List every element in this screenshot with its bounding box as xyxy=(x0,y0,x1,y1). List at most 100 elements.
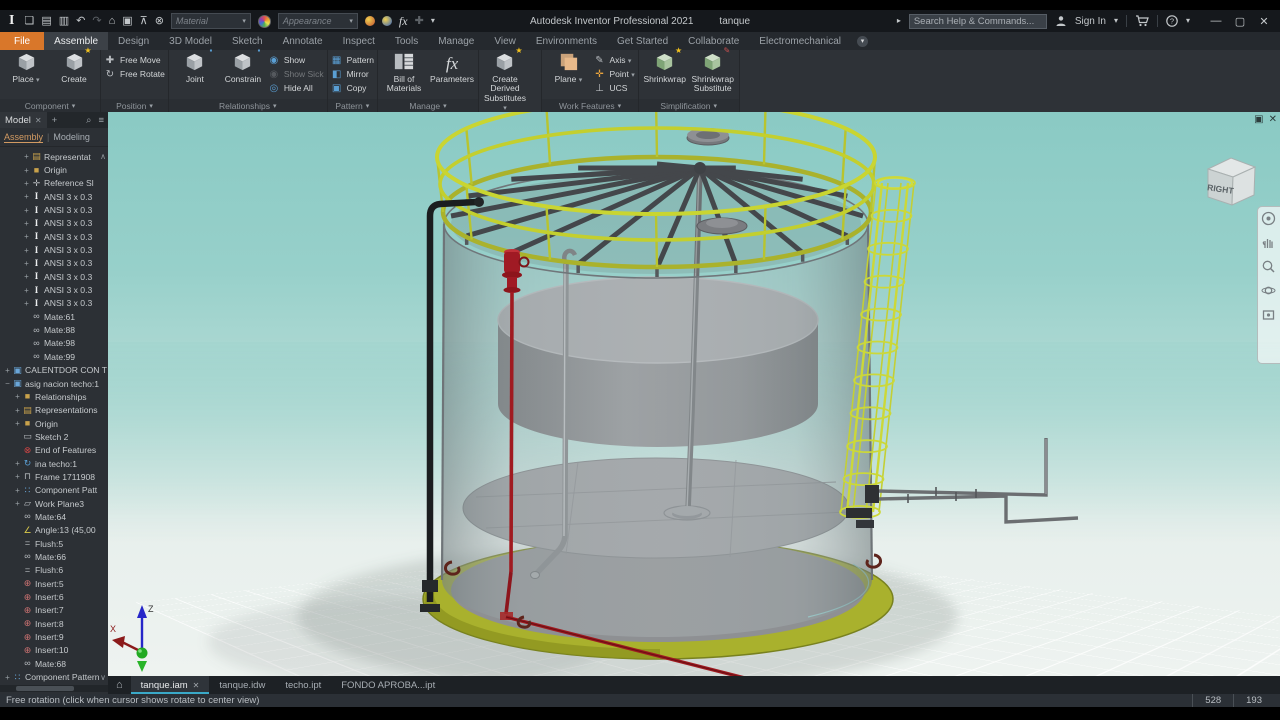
free-rotate-button[interactable]: ↻ Free Rotate xyxy=(104,68,165,81)
tree-item[interactable]: + ✛ Reference Sl xyxy=(0,177,108,190)
tree-expander[interactable]: + xyxy=(22,299,31,308)
ribbon-tab-3d-model[interactable]: 3D Model xyxy=(159,32,222,50)
close-button[interactable]: ✕ xyxy=(1256,15,1272,28)
tree-item[interactable]: + ■ Relationships xyxy=(0,390,108,403)
doc-tab-fondo-aproba-ipt[interactable]: FONDO APROBA...ipt xyxy=(331,676,445,694)
ribbon-tab-file[interactable]: File xyxy=(0,32,45,50)
close-icon[interactable]: ✕ xyxy=(35,116,42,125)
restore-button[interactable]: ▢ xyxy=(1232,15,1248,28)
orbit-icon[interactable] xyxy=(1261,283,1276,298)
graphics-viewport[interactable]: Z X RIGHT ▣ ✕ xyxy=(108,112,1280,676)
redo-icon[interactable]: ↷ xyxy=(92,15,101,27)
tree-item[interactable]: + ▱ Work Plane3 xyxy=(0,497,108,510)
appearance-dropdown[interactable]: Appearance ▾ xyxy=(277,13,358,29)
tree-item[interactable]: + I ANSI 3 x 0.3 xyxy=(0,230,108,243)
shrinkwrap-substitute-button[interactable]: ✎ Shrinkwrap Substitute xyxy=(690,46,736,94)
tree-item[interactable]: ⊗ End of Features xyxy=(0,444,108,457)
tree-item[interactable]: = Flush:6 xyxy=(0,564,108,577)
material-clear-icon[interactable]: ⊗ xyxy=(155,15,164,27)
pan-hand-icon[interactable] xyxy=(1261,235,1276,250)
add-icon[interactable]: ✚ xyxy=(415,15,424,27)
panel-label[interactable]: Relationships ▾ xyxy=(168,99,327,112)
tree-expander[interactable]: + xyxy=(22,272,31,281)
show-button[interactable]: ◉ Show xyxy=(268,54,324,67)
add-browser-tab-icon[interactable]: + xyxy=(47,115,63,126)
tree-item[interactable]: + ⊓ Frame 1711908 xyxy=(0,470,108,483)
tree-item[interactable]: + I ANSI 3 x 0.3 xyxy=(0,257,108,270)
adjust-material-icon[interactable] xyxy=(364,16,375,26)
joint-button[interactable]: ▪ Joint xyxy=(172,46,218,84)
tree-item[interactable]: + I ANSI 3 x 0.3 xyxy=(0,270,108,283)
tree-expander[interactable]: + xyxy=(13,472,22,481)
tree-item[interactable]: ⊕ Insert:8 xyxy=(0,617,108,630)
viewport-close-icon[interactable]: ✕ xyxy=(1269,114,1277,125)
open-file-icon[interactable]: ▤ xyxy=(41,15,51,27)
viewport-dock-icon[interactable]: ▣ xyxy=(1254,114,1263,125)
tree-expander[interactable]: + xyxy=(13,486,22,495)
ribbon-tab-manage[interactable]: Manage xyxy=(428,32,484,50)
home-icon[interactable]: ⌂ xyxy=(109,15,116,27)
tree-expander[interactable]: + xyxy=(22,152,31,161)
tree-item[interactable]: + I ANSI 3 x 0.3 xyxy=(0,217,108,230)
panel-label[interactable]: Component ▾ xyxy=(0,99,100,112)
scrollbar-thumb[interactable] xyxy=(16,686,74,691)
tree-item[interactable]: ⊕ Insert:6 xyxy=(0,590,108,603)
tree-item[interactable]: ∞ Mate:99 xyxy=(0,350,108,363)
ribbon-tab-inspect[interactable]: Inspect xyxy=(333,32,385,50)
help-icon[interactable] xyxy=(1166,15,1178,27)
store-cart-icon[interactable] xyxy=(1135,15,1149,27)
sign-in-button[interactable]: Sign In xyxy=(1075,16,1106,27)
tree-expander[interactable]: + xyxy=(13,406,22,415)
ribbon-tab-electromechanical[interactable]: Electromechanical xyxy=(749,32,851,50)
free-move-button[interactable]: ✚ Free Move xyxy=(104,54,165,67)
panel-label[interactable]: Manage ▾ xyxy=(377,99,478,112)
browser-horizontal-scrollbar[interactable] xyxy=(0,685,108,692)
close-icon[interactable]: ✕ xyxy=(193,681,200,690)
tree-item[interactable]: ∠ Angle:13 (45,00 xyxy=(0,524,108,537)
tank-shell[interactable] xyxy=(442,224,872,637)
save-icon[interactable]: ▥ xyxy=(59,15,69,27)
ribbon-tab-environments[interactable]: Environments xyxy=(526,32,607,50)
qat-customize-chevron-icon[interactable]: ▾ xyxy=(431,17,435,25)
tree-item[interactable]: + I ANSI 3 x 0.3 xyxy=(0,283,108,296)
tree-item[interactable]: + ▤ Representat xyxy=(0,150,108,163)
mirror-button[interactable]: ◧ Mirror xyxy=(331,68,374,81)
tree-expander[interactable]: + xyxy=(22,219,31,228)
panel-label[interactable]: Simplification ▾ xyxy=(638,99,739,112)
panel-label[interactable]: Position ▾ xyxy=(101,99,168,112)
navigation-wheel-icon[interactable] xyxy=(1261,211,1276,226)
ribbon-tab-design[interactable]: Design xyxy=(108,32,159,50)
tree-item[interactable]: ∞ Mate:66 xyxy=(0,550,108,563)
update-icon[interactable]: ⊼ xyxy=(140,15,148,27)
tree-item[interactable]: ∞ Mate:64 xyxy=(0,510,108,523)
tree-expander[interactable]: + xyxy=(22,232,31,241)
tree-expander[interactable]: + xyxy=(22,166,31,175)
ribbon-tab-collaborate[interactable]: Collaborate xyxy=(678,32,749,50)
tree-expander[interactable]: + xyxy=(22,286,31,295)
tree-item[interactable]: + ■ Origin xyxy=(0,163,108,176)
ribbon-tab-assemble[interactable]: Assemble xyxy=(44,32,109,50)
plane-button[interactable]: Plane ▾ xyxy=(545,52,591,85)
copy-button[interactable]: ▣ Copy xyxy=(331,82,374,95)
tree-item[interactable]: ∞ Mate:98 xyxy=(0,337,108,350)
ribbon-collapse-icon[interactable]: ▾ xyxy=(857,35,869,47)
tree-item[interactable]: + ∷ Component Patt xyxy=(0,484,108,497)
tree-item[interactable]: + I ANSI 3 x 0.3 xyxy=(0,243,108,256)
parameters-fx-icon[interactable]: fx xyxy=(399,14,408,29)
tree-expander[interactable]: + xyxy=(3,366,12,375)
tree-expander[interactable]: + xyxy=(13,419,22,428)
menu-icon[interactable]: ≡ xyxy=(94,115,108,126)
tree-item[interactable]: = Flush:5 xyxy=(0,537,108,550)
tree-item[interactable]: + I ANSI 3 x 0.3 xyxy=(0,203,108,216)
view-settings-icon[interactable]: ▣ xyxy=(122,15,132,27)
tree-item[interactable]: + I ANSI 3 x 0.3 xyxy=(0,297,108,310)
material-dropdown[interactable]: Material ▾ xyxy=(170,13,251,29)
tree-expander[interactable]: + xyxy=(3,673,12,682)
sign-in-chevron-icon[interactable]: ▾ xyxy=(1114,17,1118,25)
search-input[interactable]: Search Help & Commands... xyxy=(908,13,1047,29)
adjust-appearance-icon[interactable] xyxy=(381,16,392,26)
home-icon[interactable]: ⌂ xyxy=(108,676,131,694)
zoom-window-icon[interactable] xyxy=(1261,259,1276,274)
shrinkwrap-button[interactable]: ★ Shrinkwrap xyxy=(642,46,688,84)
place-button[interactable]: Place ▾ xyxy=(3,52,49,85)
